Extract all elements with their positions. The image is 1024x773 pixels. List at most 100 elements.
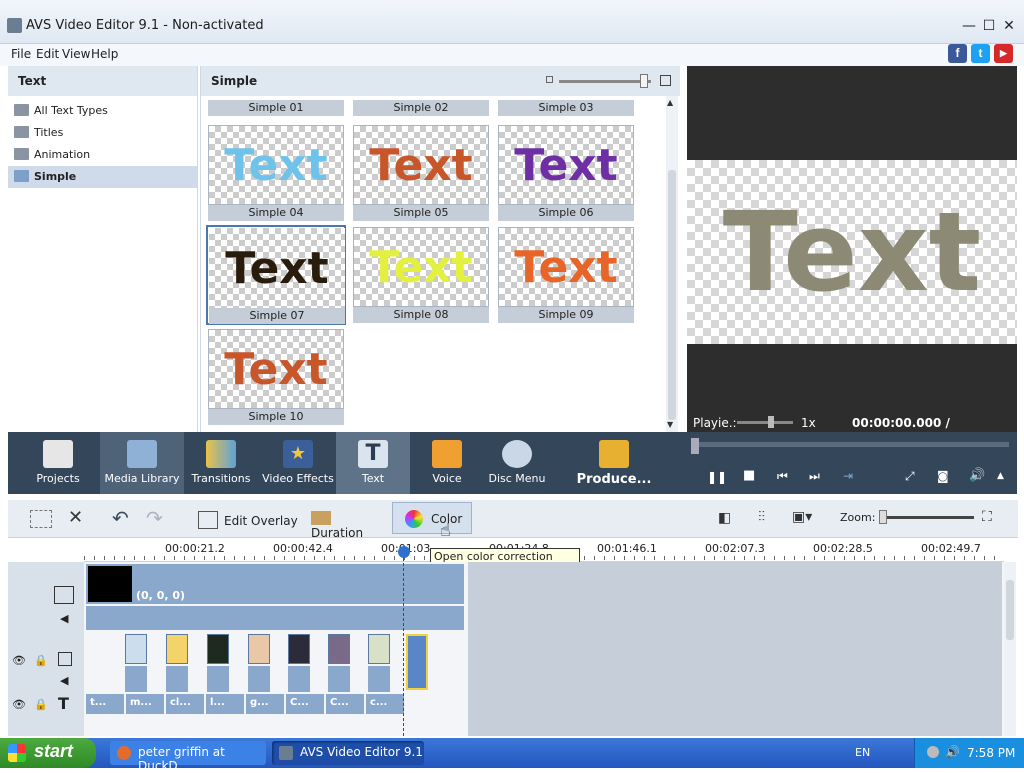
thumb-size-slider[interactable] <box>559 80 651 83</box>
overlay-clip-audio[interactable] <box>368 666 390 692</box>
duration-button[interactable]: Duration <box>311 505 391 540</box>
tree-item-all-text-types[interactable]: All Text Types <box>8 100 197 122</box>
zoom-slider[interactable] <box>882 516 974 519</box>
zoom-large-icon[interactable] <box>660 75 671 86</box>
text-clip[interactable]: C... <box>326 694 364 714</box>
overlay-clip-audio[interactable] <box>166 666 188 692</box>
thumb-simple-07[interactable]: Text Simple 07 <box>206 225 346 325</box>
volume-slider[interactable] <box>737 421 793 424</box>
eye-icon[interactable]: 👁 <box>12 654 26 667</box>
scroll-up-icon[interactable]: ▲ <box>667 98 673 107</box>
disc-menu-button[interactable]: Disc Menu <box>484 432 550 494</box>
gallery-scrollbar[interactable]: ▲ ▼ <box>666 96 678 432</box>
text-clip[interactable]: cl... <box>166 694 204 714</box>
overlay-clip[interactable] <box>368 634 390 664</box>
text-clip[interactable]: g... <box>246 694 284 714</box>
transitions-button[interactable]: Transitions <box>184 432 258 494</box>
twitter-icon[interactable]: t <box>971 44 990 63</box>
tree-item-titles[interactable]: Titles <box>8 122 197 144</box>
lock-icon[interactable]: 🔒 <box>34 654 48 667</box>
overlay-clip[interactable] <box>166 634 188 664</box>
previous-icon[interactable]: ⏮ <box>777 469 788 484</box>
thumb-simple-10[interactable]: Text Simple 10 <box>208 329 344 425</box>
pause-icon[interactable]: ❚❚ <box>707 470 727 484</box>
menu-help[interactable]: Help <box>91 47 118 61</box>
text-button[interactable]: T Text <box>336 432 410 494</box>
voice-button[interactable]: Voice <box>412 432 482 494</box>
close-icon[interactable]: ✕ <box>1000 17 1018 35</box>
next-icon[interactable]: ⏭ <box>809 469 820 484</box>
tray-icon[interactable] <box>927 746 939 758</box>
overlay-clip-audio[interactable] <box>248 666 270 692</box>
taskbar-item-browser[interactable]: peter griffin at DuckD... <box>110 741 266 773</box>
zoom-small-icon[interactable] <box>546 76 553 83</box>
text-clip[interactable]: l... <box>206 694 244 714</box>
redo-icon[interactable]: ↷ <box>146 506 163 530</box>
seek-handle[interactable] <box>691 438 699 454</box>
overlay-clip-audio[interactable] <box>125 666 147 692</box>
overlay-clip-selected[interactable] <box>406 634 428 690</box>
playhead-handle[interactable] <box>398 546 410 558</box>
thumb-simple-05[interactable]: Text Simple 05 <box>353 125 489 221</box>
undo-icon[interactable]: ↶ <box>112 506 129 530</box>
scroll-down-icon[interactable]: ▼ <box>667 420 673 429</box>
stop-icon[interactable]: ■ <box>743 468 755 483</box>
minimize-icon[interactable]: — <box>960 17 978 35</box>
snapshot-icon[interactable]: ◙ <box>937 469 949 483</box>
facebook-icon[interactable]: f <box>948 44 967 63</box>
playback-speed[interactable]: 1x <box>801 416 816 430</box>
overlay-clip-audio[interactable] <box>207 666 229 692</box>
timeline-scrollbar[interactable] <box>1004 562 1016 736</box>
crop-icon[interactable] <box>30 510 52 528</box>
overlay-clip-audio[interactable] <box>328 666 350 692</box>
edit-overlay-button[interactable]: Edit Overlay <box>198 505 298 533</box>
menu-file[interactable]: File <box>11 47 31 61</box>
volume-icon[interactable]: 🔊 <box>969 468 985 483</box>
thumb-simple-04[interactable]: Text Simple 04 <box>208 125 344 221</box>
lock-icon[interactable]: 🔒 <box>34 698 48 711</box>
menu-view[interactable]: View <box>62 47 90 61</box>
overlay-clip[interactable] <box>248 634 270 664</box>
color-button[interactable]: Color <box>392 502 472 534</box>
loop-icon[interactable]: ⇥ <box>843 469 853 483</box>
seek-bar[interactable] <box>695 442 1009 447</box>
speaker-icon[interactable]: 🔊 <box>945 745 960 759</box>
menu-edit[interactable]: Edit <box>36 47 59 61</box>
thumb-simple-06[interactable]: Text Simple 06 <box>498 125 634 221</box>
produce-button[interactable]: Produce... <box>574 432 654 494</box>
text-clip[interactable]: m... <box>126 694 164 714</box>
audio-lane[interactable] <box>86 606 464 630</box>
tree-item-simple[interactable]: Simple <box>8 166 197 188</box>
video-effects-button[interactable]: ★ Video Effects <box>260 432 336 494</box>
text-clip[interactable]: c... <box>366 694 404 714</box>
overlay-clip[interactable] <box>207 634 229 664</box>
overlay-clip[interactable] <box>328 634 350 664</box>
slider-handle[interactable] <box>640 74 648 88</box>
projects-button[interactable]: Projects <box>18 432 98 494</box>
thumb-simple-09[interactable]: Text Simple 09 <box>498 227 634 323</box>
overlay-clip[interactable] <box>125 634 147 664</box>
delete-icon[interactable]: ✕ <box>68 507 83 528</box>
video-clip[interactable]: (0, 0, 0) <box>86 564 464 604</box>
start-button[interactable]: start <box>0 738 96 768</box>
zoom-handle[interactable] <box>879 510 887 524</box>
maximize-icon[interactable]: ☐ <box>980 17 998 35</box>
text-clip[interactable]: C... <box>286 694 324 714</box>
overlay-clip-audio[interactable] <box>288 666 310 692</box>
eye-icon[interactable]: 👁 <box>12 698 26 711</box>
overlay-clip[interactable] <box>288 634 310 664</box>
taskbar-item-avs[interactable]: AVS Video Editor 9.1 ... <box>272 741 424 773</box>
scroll-thumb[interactable] <box>1006 580 1014 640</box>
thumb-simple-01[interactable]: Simple 01 <box>208 84 344 116</box>
split-icon[interactable]: ◧ <box>718 510 731 526</box>
volume-handle[interactable] <box>768 416 774 428</box>
tree-item-animation[interactable]: Animation <box>8 144 197 166</box>
fullscreen-icon[interactable]: ⤢ <box>905 469 915 484</box>
expand-icon[interactable]: ▲ <box>997 471 1004 481</box>
text-clip[interactable]: t... <box>86 694 124 714</box>
thumb-simple-02[interactable]: Simple 02 <box>353 84 489 116</box>
language-indicator[interactable]: EN <box>855 746 870 759</box>
media-library-button[interactable]: Media Library <box>100 432 184 494</box>
thumb-simple-08[interactable]: Text Simple 08 <box>353 227 489 323</box>
fit-timeline-icon[interactable]: ⛶ <box>982 509 992 525</box>
